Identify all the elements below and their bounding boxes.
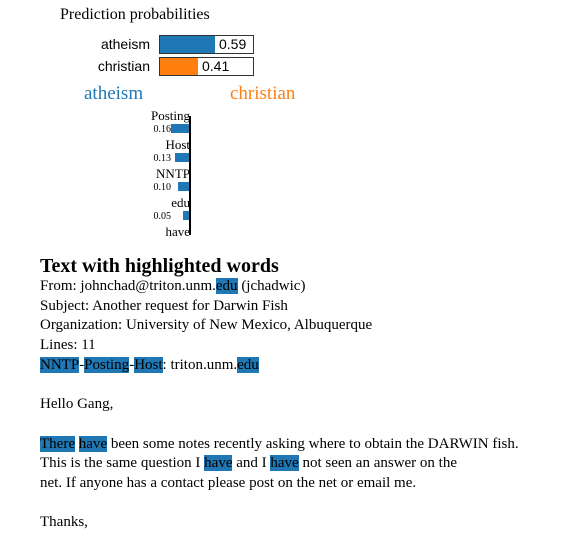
prob-value-christian: 0.41 (202, 58, 230, 74)
text-segment: : triton.unm. (162, 356, 238, 373)
prediction-probabilities-title: Prediction probabilities (60, 6, 210, 23)
text-segment: (jchadwic) (237, 278, 306, 294)
class-label-atheism: atheism (84, 83, 144, 104)
prob-label-christian: christian (97, 58, 150, 74)
text-line: NNTP-Posting-Host: triton.unm.edu (40, 356, 565, 376)
text-line (40, 494, 565, 514)
prob-bar-christian: 0.41 (159, 57, 254, 76)
text-segment: Thanks, (40, 514, 88, 531)
feature-value-edu: 0.05 (153, 211, 172, 222)
text-line: There have been some notes recently aski… (40, 435, 565, 455)
feature-weight-chart: Posting 0.16 Host 0.13 NNTP 0.10 edu 0.05 have (100, 108, 240, 237)
text-line: From: johnchad@triton.unm.edu (jchadwic) (40, 277, 565, 297)
highlighted-word: edu (237, 356, 259, 373)
feature-bar-nntp (178, 182, 189, 191)
feature-label-nntp: NNTP (156, 166, 190, 181)
text-line: Lines: 11 (40, 336, 565, 356)
feature-bar-host (175, 153, 189, 162)
highlighted-word: Posting (84, 356, 130, 373)
highlighted-word: have (204, 455, 233, 472)
feature-value-nntp: 0.10 (153, 182, 172, 193)
text-segment: not seen an answer on the (298, 455, 458, 472)
highlighted-word: Host (134, 356, 163, 373)
prob-row-atheism: atheism 0.59 (0, 35, 260, 54)
text-line (40, 415, 565, 435)
text-segment: Subject: Another request for Darwin Fish (40, 297, 288, 314)
prob-bar-fill-christian (160, 58, 198, 75)
class-label-christian: christian (230, 83, 296, 104)
text-line: Subject: Another request for Darwin Fish (40, 297, 565, 317)
highlighted-word: edu (215, 278, 238, 294)
text-segment: net. If anyone has a contact please post… (40, 474, 417, 491)
feature-label-have: have (165, 224, 190, 237)
highlighted-word: have (78, 435, 108, 452)
text-section-title: Text with highlighted words (40, 255, 279, 277)
prob-value-atheism: 0.59 (219, 36, 247, 52)
text-segment: This is the same question I (40, 455, 205, 472)
feature-label-posting: Posting (150, 108, 190, 123)
text-segment: been some notes recently asking where to… (107, 435, 519, 452)
prob-bar-atheism: 0.59 (159, 35, 254, 54)
prob-row-christian: christian 0.41 (0, 57, 260, 76)
text-line (40, 375, 565, 395)
text-segment: and I (232, 455, 271, 472)
text-line: Organization: University of New Mexico, … (40, 316, 565, 336)
text-line: net. If anyone has a contact please post… (40, 474, 565, 494)
feature-value-host: 0.13 (153, 153, 172, 164)
highlighted-word: NNTP (40, 356, 80, 373)
text-line: Thanks, (40, 513, 565, 533)
text-segment: Hello Gang, (40, 396, 114, 413)
prob-bar-fill-atheism (160, 36, 215, 53)
text-segment: Organization: University of New Mexico, … (40, 317, 373, 334)
feature-label-host: Host (165, 137, 190, 152)
feature-label-edu: edu (171, 195, 190, 210)
highlighted-word: There (40, 435, 75, 452)
text-segment: Lines: 11 (40, 337, 96, 354)
highlighted-word: have (270, 455, 299, 472)
feature-bar-posting (171, 124, 189, 133)
text-segment: From: johnchad@triton.unm. (40, 278, 216, 294)
text-line: Hello Gang, (40, 395, 565, 415)
highlighted-text-body: From: johnchad@triton.unm.edu (jchadwic)… (40, 277, 565, 533)
feature-value-posting: 0.16 (153, 124, 172, 135)
text-line: This is the same question I have and I h… (40, 454, 565, 474)
prob-label-atheism: atheism (100, 36, 150, 52)
feature-chart-axis (189, 116, 191, 235)
